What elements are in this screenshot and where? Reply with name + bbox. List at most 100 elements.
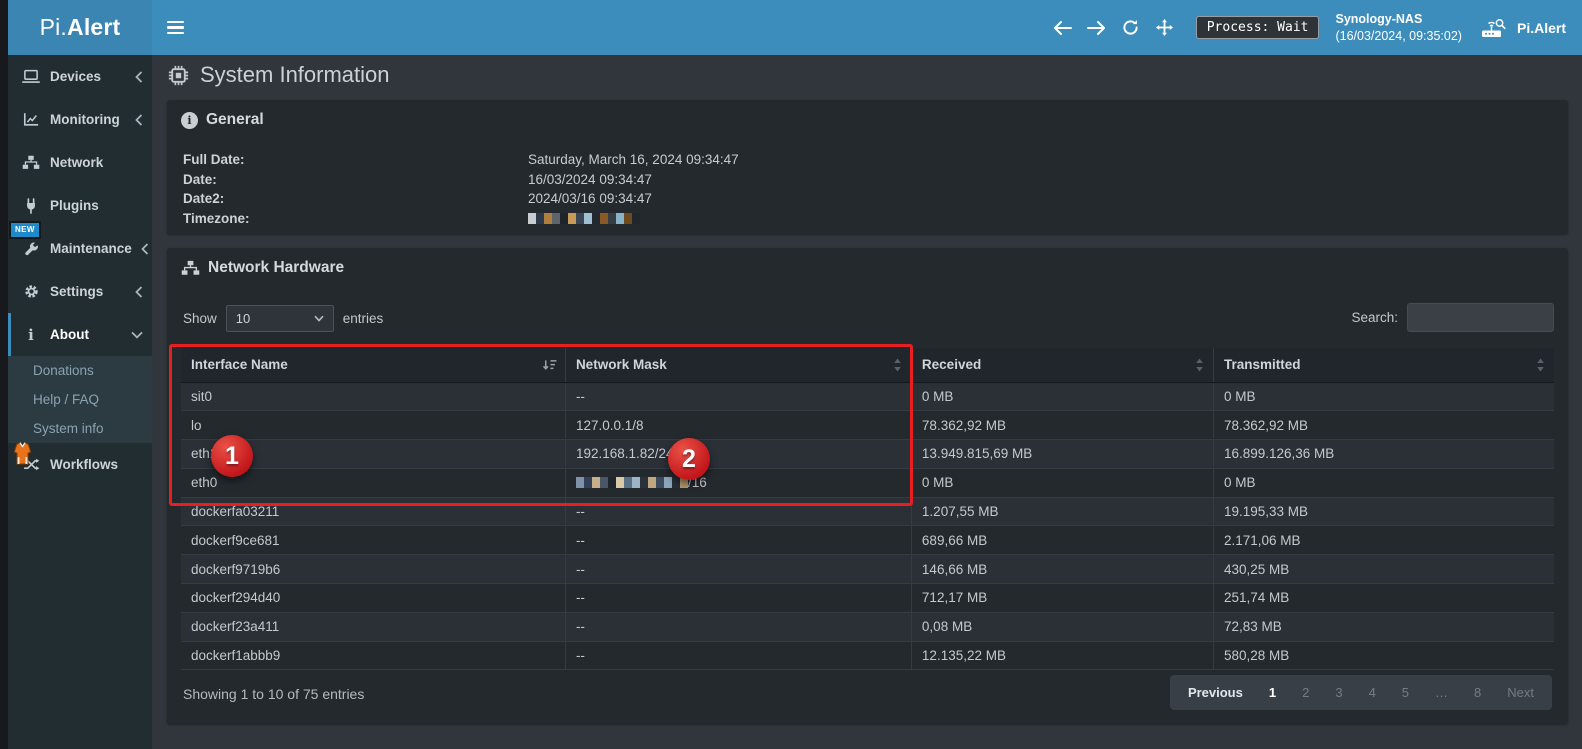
info-circle-icon: i: [181, 112, 198, 129]
cell-interface-name: eth0: [181, 468, 565, 497]
field-label: Date:: [183, 170, 528, 190]
submenu-item-donations[interactable]: Donations: [8, 356, 152, 385]
microchip-icon: [167, 64, 190, 87]
info-icon: i: [21, 326, 41, 344]
network-hardware-header: Network Hardware: [167, 248, 1568, 277]
app-logo[interactable]: Pi.Alert: [8, 0, 152, 55]
sidebar-item-about[interactable]: i About: [8, 313, 152, 356]
cell-transmitted: 580,28 MB: [1213, 641, 1554, 670]
page-button-1[interactable]: 1: [1256, 678, 1289, 707]
cell-transmitted: 78.362,92 MB: [1213, 411, 1554, 440]
brand-label: Pi.Alert: [1517, 20, 1566, 36]
field-label: Date2:: [183, 189, 528, 209]
general-card-title: General: [206, 111, 264, 129]
page-button-3[interactable]: 3: [1322, 678, 1355, 707]
page-button-8[interactable]: 8: [1461, 678, 1494, 707]
sidebar-item-label: Plugins: [50, 198, 99, 213]
fullscreen-button[interactable]: [1148, 0, 1182, 55]
cell-transmitted: 0 MB: [1213, 382, 1554, 411]
network-hardware-card: Network Hardware Show 10 entries Search:: [167, 248, 1568, 724]
field-value: 16/03/2024 09:34:47: [528, 170, 652, 190]
sort-amount-desc-icon: [542, 358, 557, 372]
page-button-4[interactable]: 4: [1356, 678, 1389, 707]
table-row: dockerf1abbb9 -- 12.135,22 MB 580,28 MB: [181, 641, 1554, 670]
pagination: Previous 1 2 3 4 5 … 8 Next: [1170, 675, 1552, 710]
cell-network-mask: --: [565, 382, 911, 411]
cell-interface-name: dockerfa03211: [181, 497, 565, 526]
table-row: dockerf294d40 -- 712,17 MB 251,74 MB: [181, 584, 1554, 613]
column-header-interface-name[interactable]: Interface Name: [181, 348, 565, 382]
cell-interface-name: eth1: [181, 440, 565, 469]
cell-interface-name: dockerf294d40: [181, 584, 565, 613]
chevron-down-icon: [314, 315, 324, 322]
page-button-2[interactable]: 2: [1289, 678, 1322, 707]
cell-network-mask: /16: [565, 468, 911, 497]
show-label: Show: [183, 311, 217, 326]
table-row: eth0 /16 0 MB 0 MB: [181, 468, 1554, 497]
field-label: Full Date:: [183, 150, 528, 170]
column-header-received[interactable]: Received: [911, 348, 1213, 382]
page-button-5[interactable]: 5: [1389, 678, 1422, 707]
field-timezone: Timezone:: [183, 209, 1552, 229]
next-page-button[interactable]: Next: [1494, 678, 1547, 707]
wrench-icon: [21, 241, 41, 256]
table-row: dockerf9719b6 -- 146,66 MB 430,25 MB: [181, 555, 1554, 584]
entries-label: entries: [343, 311, 384, 326]
sidebar-item-label: About: [50, 327, 89, 342]
column-header-transmitted[interactable]: Transmitted: [1213, 348, 1554, 382]
cell-network-mask: --: [565, 497, 911, 526]
page-length-select[interactable]: 10: [226, 305, 334, 332]
sidebar-item-network[interactable]: Network: [8, 141, 152, 184]
sidebar-item-devices[interactable]: Devices: [8, 55, 152, 98]
submenu-item-help-faq[interactable]: Help / FAQ: [8, 385, 152, 414]
cell-interface-name: dockerf9719b6: [181, 555, 565, 584]
main-content: System Information i General Full Date: …: [152, 55, 1582, 749]
logo-suffix: Alert: [67, 14, 120, 41]
cell-received: 689,66 MB: [911, 526, 1213, 555]
arrow-left-icon: [1053, 21, 1072, 35]
topbar: Pi.Alert: [8, 0, 1582, 55]
device-info: Synology-NAS (16/03/2024, 09:35:02): [1335, 11, 1462, 45]
page-title-text: System Information: [200, 62, 390, 88]
sidebar-item-settings[interactable]: Settings: [8, 270, 152, 313]
sidebar-item-monitoring[interactable]: Monitoring: [8, 98, 152, 141]
router-icon: [1480, 17, 1508, 39]
cell-interface-name: dockerf23a411: [181, 612, 565, 641]
pagination-ellipsis: …: [1422, 678, 1461, 707]
search-input[interactable]: [1407, 303, 1554, 332]
cell-network-mask: 192.168.1.82/24: [565, 440, 911, 469]
sidebar: Devices Monitoring Network Plugins: [8, 55, 152, 749]
field-value: 2024/03/16 09:34:47: [528, 189, 652, 209]
page-title: System Information: [167, 62, 390, 88]
back-button[interactable]: [1046, 0, 1080, 55]
field-label: Timezone:: [183, 209, 528, 229]
previous-page-button[interactable]: Previous: [1175, 678, 1256, 707]
chevron-left-icon: [135, 286, 143, 298]
refresh-button[interactable]: [1114, 0, 1148, 55]
cell-received: 1.207,55 MB: [911, 497, 1213, 526]
sort-both-icon: [892, 358, 903, 372]
forward-button[interactable]: [1080, 0, 1114, 55]
device-timestamp: (16/03/2024, 09:35:02): [1335, 28, 1462, 45]
cell-received: 12.135,22 MB: [911, 641, 1213, 670]
field-date2: Date2: 2024/03/16 09:34:47: [183, 189, 1552, 209]
sidebar-item-maintenance[interactable]: NEW Maintenance: [8, 227, 152, 270]
submenu-item-system-info[interactable]: System info: [8, 414, 152, 443]
refresh-icon: [1122, 19, 1139, 36]
cell-network-mask: --: [565, 555, 911, 584]
cell-interface-name: sit0: [181, 382, 565, 411]
table-row: dockerf9ce681 -- 689,66 MB 2.171,06 MB: [181, 526, 1554, 555]
cell-network-mask: --: [565, 612, 911, 641]
sidebar-toggle-button[interactable]: [152, 0, 198, 55]
cell-transmitted: 19.195,33 MB: [1213, 497, 1554, 526]
column-header-network-mask[interactable]: Network Mask: [565, 348, 911, 382]
sidebar-item-label: Network: [50, 155, 103, 170]
cell-network-mask: --: [565, 641, 911, 670]
search-control: Search:: [1351, 303, 1554, 332]
table-row: lo 127.0.0.1/8 78.362,92 MB 78.362,92 MB: [181, 411, 1554, 440]
network-hardware-title: Network Hardware: [208, 259, 344, 277]
sidebar-item-label: Workflows: [50, 457, 118, 472]
table-row: dockerf23a411 -- 0,08 MB 72,83 MB: [181, 612, 1554, 641]
cell-network-mask: --: [565, 584, 911, 613]
chart-icon: [21, 112, 41, 127]
